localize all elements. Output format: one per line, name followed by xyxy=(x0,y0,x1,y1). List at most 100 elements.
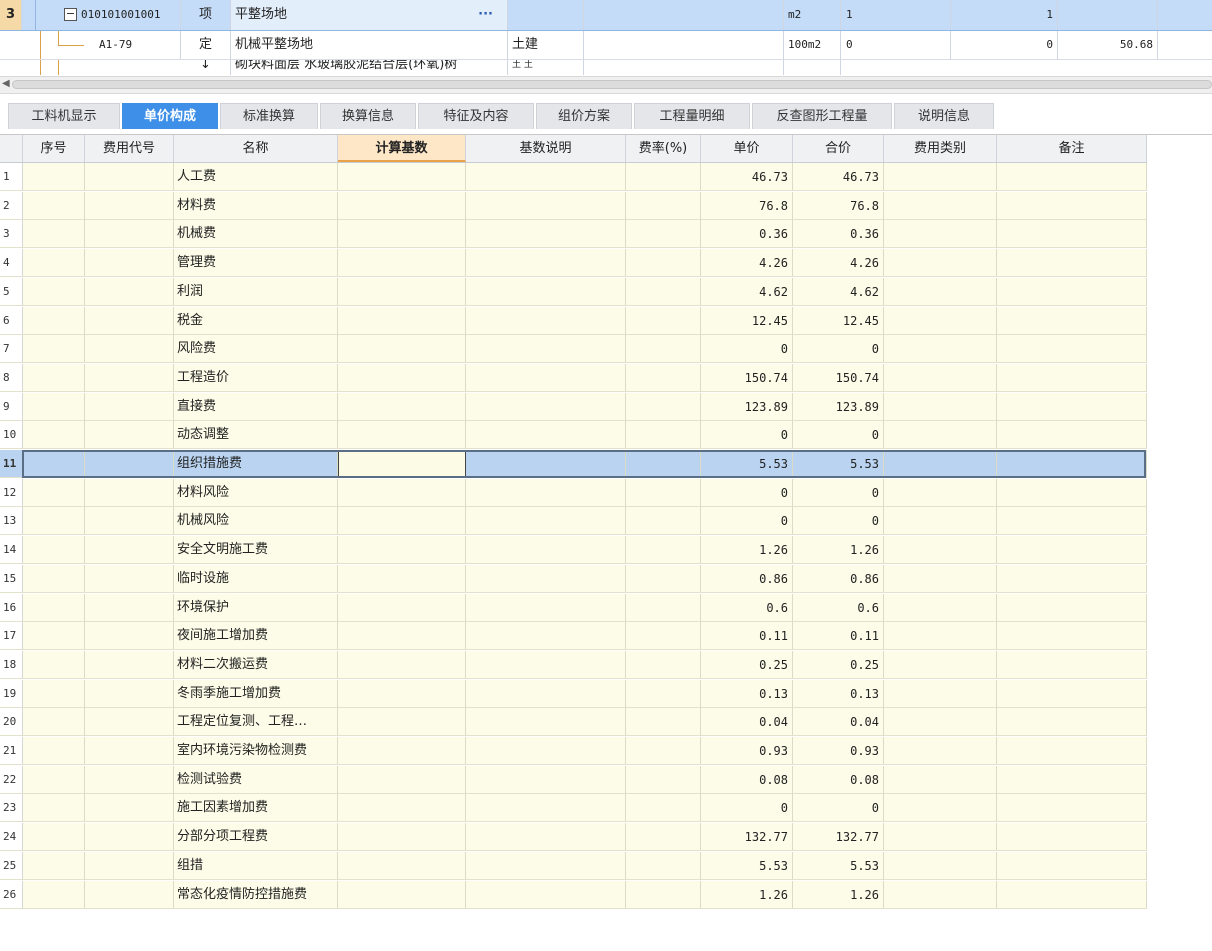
unit-price-cell[interactable]: 12.45 xyxy=(701,306,793,335)
seq-cell[interactable] xyxy=(23,163,85,191)
fee-code-cell[interactable] xyxy=(85,249,174,278)
name-cell[interactable]: 风险费 xyxy=(174,335,338,364)
seq-cell[interactable] xyxy=(23,277,85,306)
table-row[interactable]: 13 机械风险 0 0 xyxy=(0,507,1147,536)
rate-cell[interactable] xyxy=(626,765,701,794)
seq-cell[interactable] xyxy=(23,306,85,335)
seq-cell[interactable] xyxy=(23,191,85,220)
tab-quantity-detail[interactable]: 工程量明细 xyxy=(634,103,750,129)
unit-price-cell[interactable]: 76.8 xyxy=(701,191,793,220)
horizontal-scrollbar[interactable]: ◀ xyxy=(0,76,1212,94)
calc-base-cell[interactable] xyxy=(338,277,466,306)
name-cell[interactable]: 动态调整 xyxy=(174,421,338,450)
fee-category-cell[interactable] xyxy=(884,737,997,765)
name-cell[interactable]: 夜间施工增加费 xyxy=(174,622,338,651)
table-row[interactable]: 5 利润 4.62 4.62 xyxy=(0,277,1147,306)
table-row[interactable]: 7 风险费 0 0 xyxy=(0,335,1147,364)
name-cell[interactable]: 环境保护 xyxy=(174,593,338,622)
col-base-desc[interactable]: 基数说明 xyxy=(466,135,626,162)
seq-cell[interactable] xyxy=(23,737,85,765)
base-desc-cell[interactable] xyxy=(466,679,626,708)
base-desc-cell[interactable] xyxy=(466,708,626,737)
seq-cell[interactable] xyxy=(23,363,85,392)
remark-cell[interactable] xyxy=(997,249,1147,278)
col-name[interactable]: 名称 xyxy=(174,135,338,162)
rate-cell[interactable] xyxy=(626,650,701,679)
remark-cell[interactable] xyxy=(997,507,1147,536)
total-cell[interactable]: 5.53 xyxy=(793,450,884,478)
name-cell[interactable]: 平整场地 ··· xyxy=(231,0,508,30)
calc-base-cell[interactable] xyxy=(338,679,466,708)
calc-base-cell[interactable] xyxy=(338,737,466,765)
total-cell[interactable]: 0.25 xyxy=(793,650,884,679)
col-unit-price[interactable]: 单价 xyxy=(701,135,793,162)
seq-cell[interactable] xyxy=(23,421,85,450)
name-cell[interactable]: 安全文明施工费 xyxy=(174,536,338,565)
fee-code-cell[interactable] xyxy=(85,880,174,909)
unit-price-cell[interactable]: 132.77 xyxy=(701,823,793,852)
fee-code-cell[interactable] xyxy=(85,277,174,306)
table-row[interactable]: 16 环境保护 0.6 0.6 xyxy=(0,593,1147,622)
total-cell[interactable]: 0.6 xyxy=(793,593,884,622)
seq-cell[interactable] xyxy=(23,650,85,679)
tab-features-content[interactable]: 特征及内容 xyxy=(418,103,534,129)
table-row[interactable]: 24 分部分项工程费 132.77 132.77 xyxy=(0,823,1147,852)
fee-code-cell[interactable] xyxy=(85,650,174,679)
rate-cell[interactable] xyxy=(626,306,701,335)
total-cell[interactable]: 76.8 xyxy=(793,191,884,220)
total-cell[interactable]: 0.86 xyxy=(793,564,884,593)
calc-base-cell[interactable] xyxy=(338,564,466,593)
seq-cell[interactable] xyxy=(23,708,85,737)
rate-cell[interactable] xyxy=(626,421,701,450)
unit-price-cell[interactable]: 0.25 xyxy=(701,650,793,679)
fee-code-cell[interactable] xyxy=(85,478,174,507)
rate-cell[interactable] xyxy=(626,737,701,765)
table-row[interactable]: 10 动态调整 0 0 xyxy=(0,421,1147,450)
table-row[interactable]: 25 组措 5.53 5.53 xyxy=(0,851,1147,880)
name-cell[interactable]: 人工费 xyxy=(174,163,338,191)
remark-cell[interactable] xyxy=(997,650,1147,679)
tab-conversion-info[interactable]: 换算信息 xyxy=(320,103,416,129)
seq-cell[interactable] xyxy=(23,478,85,507)
fee-category-cell[interactable] xyxy=(884,851,997,880)
calc-base-cell[interactable] xyxy=(338,220,466,249)
rate-cell[interactable] xyxy=(626,220,701,249)
name-cell[interactable]: 机械风险 xyxy=(174,507,338,536)
calc-base-cell[interactable] xyxy=(338,163,466,191)
name-cell[interactable]: 税金 xyxy=(174,306,338,335)
base-desc-cell[interactable] xyxy=(466,650,626,679)
calc-base-cell[interactable] xyxy=(338,851,466,880)
col-rate[interactable]: 费率(%) xyxy=(626,135,701,162)
remark-cell[interactable] xyxy=(997,421,1147,450)
base-desc-cell[interactable] xyxy=(466,851,626,880)
total-cell[interactable]: 0.08 xyxy=(793,765,884,794)
remark-cell[interactable] xyxy=(997,708,1147,737)
calc-base-cell[interactable] xyxy=(338,249,466,278)
name-cell[interactable]: 利润 xyxy=(174,277,338,306)
unit-price-cell[interactable]: 150.74 xyxy=(701,363,793,392)
fee-category-cell[interactable] xyxy=(884,564,997,593)
tab-reverse-graphic-quantity[interactable]: 反查图形工程量 xyxy=(752,103,892,129)
tab-standard-conversion[interactable]: 标准换算 xyxy=(220,103,318,129)
base-desc-cell[interactable] xyxy=(466,450,626,478)
seq-cell[interactable] xyxy=(23,593,85,622)
table-row[interactable]: 15 临时设施 0.86 0.86 xyxy=(0,564,1147,593)
remark-cell[interactable] xyxy=(997,191,1147,220)
rate-cell[interactable] xyxy=(626,880,701,909)
fee-category-cell[interactable] xyxy=(884,708,997,737)
name-cell[interactable]: 材料二次搬运费 xyxy=(174,650,338,679)
name-cell[interactable]: 机械平整场地 xyxy=(231,31,508,59)
remark-cell[interactable] xyxy=(997,679,1147,708)
table-row[interactable]: 4 管理费 4.26 4.26 xyxy=(0,249,1147,278)
seq-cell[interactable] xyxy=(23,335,85,364)
seq-cell[interactable] xyxy=(23,392,85,421)
calc-base-cell[interactable] xyxy=(338,650,466,679)
fee-code-cell[interactable] xyxy=(85,765,174,794)
name-cell[interactable]: 组措 xyxy=(174,851,338,880)
fee-category-cell[interactable] xyxy=(884,622,997,651)
calc-base-cell[interactable] xyxy=(338,450,466,478)
calc-base-cell[interactable] xyxy=(338,507,466,536)
rate-cell[interactable] xyxy=(626,564,701,593)
fee-category-cell[interactable] xyxy=(884,880,997,909)
fee-code-cell[interactable] xyxy=(85,220,174,249)
